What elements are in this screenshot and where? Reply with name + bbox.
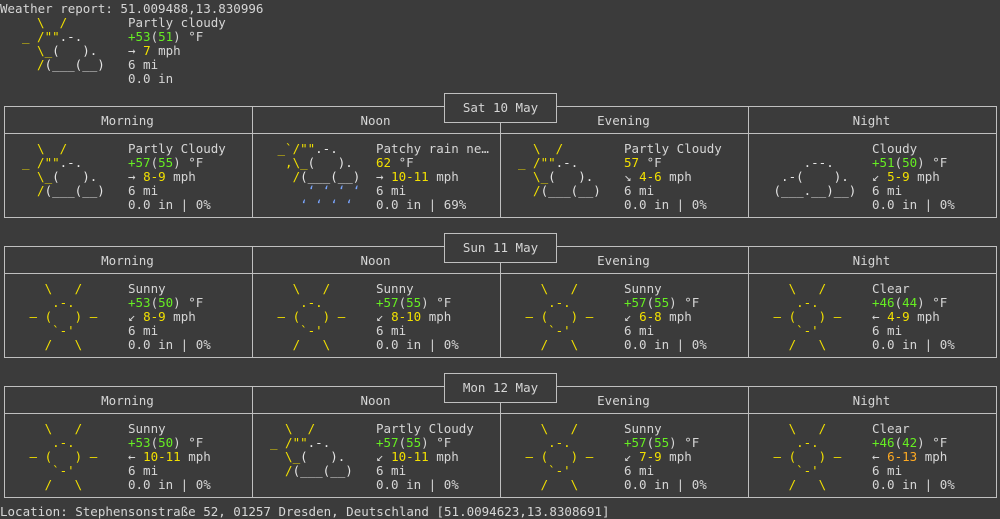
- slot-visibility: 6 mi: [128, 323, 159, 338]
- slot-condition: Sunny: [376, 281, 414, 296]
- slot-temperature: +53(50) °F: [128, 435, 204, 450]
- slot-condition: Sunny: [128, 421, 166, 436]
- slot-temperature: +57(55) °F: [624, 295, 700, 310]
- slot-precipitation: 0.0 in | 0%: [376, 477, 459, 492]
- slot-precipitation: 0.0 in | 0%: [376, 337, 459, 352]
- current-condition: Partly cloudy: [128, 15, 226, 30]
- period-label: Night: [852, 393, 891, 408]
- current-temperature: +53(51) °F: [128, 29, 204, 44]
- slot-condition: Partly Cloudy: [128, 141, 226, 156]
- slot-condition: Partly Cloudy: [624, 141, 722, 156]
- slot-visibility: 6 mi: [624, 463, 655, 478]
- period-label: Morning: [101, 113, 154, 128]
- slot-visibility: 6 mi: [128, 463, 159, 478]
- period-label: Night: [852, 113, 891, 128]
- slot-visibility: 6 mi: [128, 183, 159, 198]
- slot-wind: ← 6-13 mph: [872, 449, 948, 464]
- slot-temperature: +57(55) °F: [376, 295, 452, 310]
- slot-precipitation: 0.0 in | 69%: [376, 197, 467, 212]
- slot-wind: ↙ 6-8 mph: [624, 309, 692, 324]
- slot-temperature: 57 °F: [624, 155, 662, 170]
- slot-condition: Clear: [872, 421, 910, 436]
- slot-precipitation: 0.0 in | 0%: [624, 477, 707, 492]
- slot-wind: ← 10-11 mph: [128, 449, 211, 464]
- period-label: Noon: [360, 393, 391, 408]
- slot-wind: ↙ 8-9 mph: [128, 309, 196, 324]
- slot-temperature: +57(55) °F: [128, 155, 204, 170]
- slot-condition: Partly Cloudy: [376, 421, 474, 436]
- slot-wind: ↙ 10-11 mph: [376, 449, 459, 464]
- slot-visibility: 6 mi: [624, 183, 655, 198]
- slot-visibility: 6 mi: [872, 183, 903, 198]
- slot-wind: ↙ 8-10 mph: [376, 309, 452, 324]
- slot-condition: Cloudy: [872, 141, 918, 156]
- report-title: Weather report: 51.009488,13.830996: [0, 1, 264, 16]
- slot-condition: Sunny: [624, 421, 662, 436]
- slot-temperature: +51(50) °F: [872, 155, 948, 170]
- terminal-window: Weather report: 51.009488,13.830996 \ / _…: [0, 0, 1000, 519]
- slot-wind: ← 4-9 mph: [872, 309, 940, 324]
- period-label: Noon: [360, 253, 391, 268]
- slot-visibility: 6 mi: [872, 463, 903, 478]
- slot-wind: → 10-11 mph: [376, 169, 459, 184]
- slot-visibility: 6 mi: [376, 323, 407, 338]
- slot-precipitation: 0.0 in | 0%: [128, 337, 211, 352]
- slot-precipitation: 0.0 in | 0%: [128, 197, 211, 212]
- slot-wind: ↙ 7-9 mph: [624, 449, 692, 464]
- period-label: Morning: [101, 253, 154, 268]
- slot-wind: ↙ 5-9 mph: [872, 169, 940, 184]
- slot-wind: → 8-9 mph: [128, 169, 196, 184]
- period-label: Evening: [597, 253, 650, 268]
- slot-precipitation: 0.0 in | 0%: [128, 477, 211, 492]
- period-label: Evening: [597, 393, 650, 408]
- slot-visibility: 6 mi: [872, 323, 903, 338]
- current-wind: → 7 mph: [128, 43, 181, 58]
- slot-precipitation: 0.0 in | 0%: [872, 197, 955, 212]
- slot-condition: Sunny: [128, 281, 166, 296]
- slot-precipitation: 0.0 in | 0%: [872, 477, 955, 492]
- slot-temperature: +46(44) °F: [872, 295, 948, 310]
- location-footer: Location: Stephensonstraße 52, 01257 Dre…: [0, 504, 610, 519]
- slot-precipitation: 0.0 in | 0%: [624, 337, 707, 352]
- slot-visibility: 6 mi: [624, 323, 655, 338]
- slot-temperature: 62 °F: [376, 155, 414, 170]
- slot-precipitation: 0.0 in | 0%: [624, 197, 707, 212]
- slot-temperature: +57(55) °F: [624, 435, 700, 450]
- slot-wind: ↘ 4-6 mph: [624, 169, 692, 184]
- slot-condition: Patchy rain ne…: [376, 141, 489, 156]
- slot-precipitation: 0.0 in | 0%: [872, 337, 955, 352]
- slot-visibility: 6 mi: [376, 463, 407, 478]
- slot-visibility: 6 mi: [376, 183, 407, 198]
- period-label: Noon: [360, 113, 391, 128]
- period-label: Evening: [597, 113, 650, 128]
- period-label: Morning: [101, 393, 154, 408]
- current-precipitation: 0.0 in: [128, 71, 174, 86]
- slot-condition: Clear: [872, 281, 910, 296]
- slot-temperature: +57(55) °F: [376, 435, 452, 450]
- current-visibility: 6 mi: [128, 57, 159, 72]
- slot-temperature: +46(42) °F: [872, 435, 948, 450]
- slot-temperature: +53(50) °F: [128, 295, 204, 310]
- slot-condition: Sunny: [624, 281, 662, 296]
- period-label: Night: [852, 253, 891, 268]
